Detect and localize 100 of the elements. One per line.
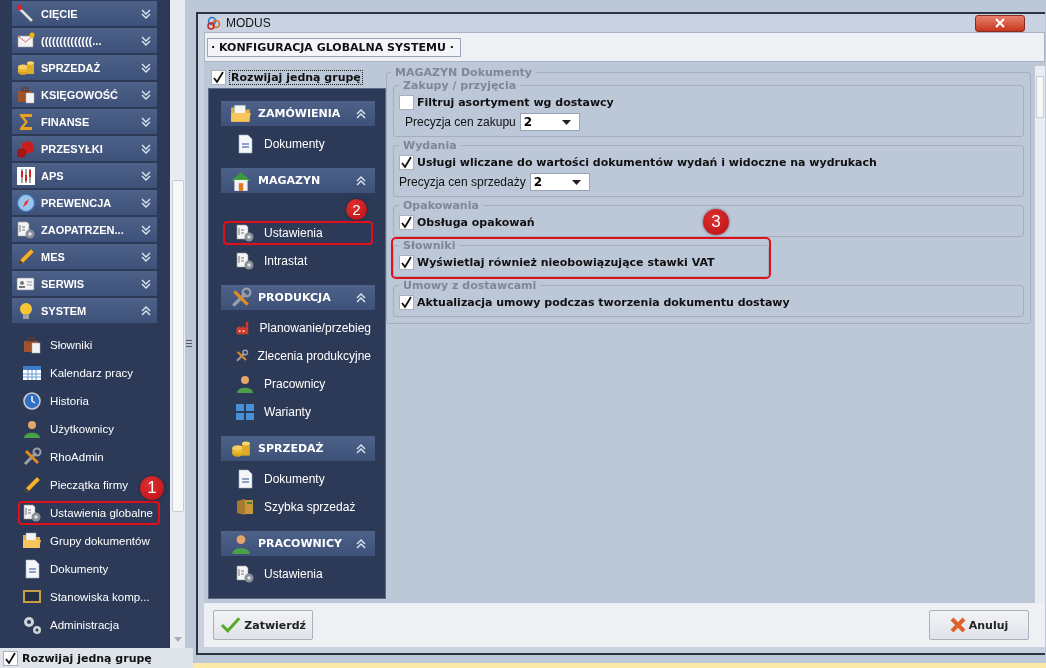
nav-item[interactable]: Pracownicy (223, 372, 373, 396)
nav-group-header[interactable]: SPRZEDAŻ (221, 436, 375, 461)
sidebar-group-header[interactable]: APS (12, 163, 157, 188)
dropdown[interactable]: 2 (519, 113, 580, 131)
sidebar-group-header[interactable]: ZAOPATRZEN... (12, 217, 157, 242)
tools-icon (230, 286, 252, 309)
scrollbar[interactable] (1035, 66, 1045, 603)
grid-icon (235, 402, 255, 422)
checkbox[interactable] (211, 69, 226, 85)
checkbox-label[interactable]: Wyświetlaj również nieobowiązujące stawki VAT (417, 255, 715, 269)
gear-document-icon (16, 219, 36, 240)
sidebar-group-header[interactable]: PREWENCJA (12, 190, 157, 215)
nav-item[interactable]: Planowanie/przebieg (223, 316, 373, 340)
sidebar-group-header[interactable]: SERWIS (12, 271, 157, 296)
nav-item[interactable]: Intrastat (223, 249, 373, 273)
collapse-icon[interactable] (355, 537, 367, 550)
checkbox-label[interactable]: Usługi wliczane do wartości dokumentów wydań i widoczne na wydrukach (417, 155, 877, 169)
pencil-icon (16, 246, 36, 267)
field-label: Precyzja cen sprzedaży (399, 175, 526, 189)
sidebar-item[interactable]: Pieczątka firmy (18, 473, 132, 497)
checkbox[interactable] (399, 294, 414, 310)
close-icon (995, 18, 1005, 28)
collapse-icon[interactable] (355, 107, 367, 120)
checkbox[interactable] (399, 214, 414, 230)
checkbox[interactable] (399, 254, 414, 270)
sidebar-item[interactable]: Historia (18, 389, 93, 413)
nav-group-header[interactable]: ZAMÓWIENIA (221, 101, 375, 126)
expand-icon[interactable] (140, 115, 152, 128)
tools-icon (22, 447, 42, 467)
checkbox[interactable] (399, 94, 414, 110)
sidebar-group-header[interactable]: SYSTEM (12, 298, 157, 323)
checkbox-label[interactable]: Rozwijaj jedną grupę (229, 69, 363, 85)
collapse-icon[interactable] (355, 291, 367, 304)
person-icon (22, 419, 42, 439)
expand-icon[interactable] (140, 88, 152, 101)
gear-document-icon (235, 251, 255, 271)
nav-group-header[interactable]: PRACOWNICY (221, 531, 375, 556)
sidebar-item[interactable]: Użytkownicy (18, 417, 118, 441)
step-number-badge: 3 (703, 209, 729, 235)
nav-item[interactable]: Szybka sprzedaż (223, 495, 373, 519)
sidebar-item[interactable]: Stanowiska komp... (18, 585, 154, 609)
compass-icon (16, 192, 36, 213)
expand-icon[interactable] (140, 61, 152, 74)
checkmark-icon (220, 616, 242, 634)
nav-item[interactable]: Ustawienia (223, 562, 373, 586)
cancel-button[interactable]: Anuluj (929, 610, 1029, 640)
expand-icon[interactable] (140, 142, 152, 155)
sidebar-group-header[interactable]: FINANSE (12, 109, 157, 134)
sidebar-group-header[interactable]: CIĘCIE (12, 1, 157, 26)
scrollbar[interactable] (170, 0, 185, 648)
nav-item[interactable]: Zlecenia produkcyjne (223, 344, 373, 368)
group-title: Wydania (402, 139, 458, 152)
sidebar-item[interactable]: Kalendarz pracy (18, 361, 138, 385)
sidebar-item[interactable]: Dokumenty (18, 557, 113, 581)
sidebar-group-header[interactable]: MES (12, 244, 157, 269)
nav-group-header[interactable]: PRODUKCJA (221, 285, 375, 310)
expand-icon[interactable] (140, 196, 152, 209)
collapse-icon[interactable] (355, 442, 367, 455)
sidebar-item[interactable]: RhoAdmin (18, 445, 108, 469)
step-number-badge: 2 (346, 199, 367, 220)
nav-group-header[interactable]: MAGAZYN (221, 168, 375, 193)
nav-item[interactable]: Dokumenty (223, 132, 373, 156)
section-title: · KONFIGURACJA GLOBALNA SYSTEMU · (207, 37, 461, 57)
nav-item[interactable]: Warianty (223, 400, 373, 424)
checkbox[interactable] (3, 650, 18, 666)
window-title: MODUS (226, 16, 272, 30)
expand-icon[interactable] (140, 169, 152, 182)
saw-icon (16, 3, 36, 24)
envelope-icon (16, 30, 36, 51)
group-title: Zakupy / przyjęcia (402, 79, 518, 92)
collapse-icon[interactable] (355, 174, 367, 187)
sidebar-group-header[interactable]: ((((((((((((((... (12, 28, 157, 53)
sidebar-group-header[interactable]: KSIĘGOWOŚĆ (12, 82, 157, 107)
collapse-icon[interactable] (140, 304, 152, 317)
sidebar-group-header[interactable]: PRZESYŁKI (12, 136, 157, 161)
briefcase-icon (16, 84, 36, 105)
splitter-grip-icon[interactable] (185, 337, 193, 349)
expand-icon[interactable] (140, 7, 152, 20)
calendar-icon (22, 363, 42, 383)
dropdown[interactable]: 2 (529, 173, 590, 191)
expand-icon[interactable] (140, 277, 152, 290)
close-button[interactable] (975, 14, 1025, 32)
confirm-button[interactable]: Zatwierdź (213, 610, 313, 640)
checkbox-label[interactable]: Obsługa opakowań (417, 215, 535, 229)
cube-icon (16, 138, 36, 159)
expand-icon[interactable] (140, 34, 152, 47)
sidebar-group-header[interactable]: SPRZEDAŻ (12, 55, 157, 80)
nav-item[interactable]: Dokumenty (223, 467, 373, 491)
app-logo-icon (206, 15, 222, 31)
sidebar-item[interactable]: Grupy dokumentów (18, 529, 154, 553)
checkbox[interactable] (399, 154, 414, 170)
expand-icon[interactable] (140, 223, 152, 236)
checkbox-label[interactable]: Aktualizacja umowy podczas tworzenia dokumentu dostawy (417, 295, 790, 309)
checkbox-label[interactable]: Filtruj asortyment wg dostawcy (417, 95, 614, 109)
sidebar-item[interactable]: Słowniki (18, 333, 97, 357)
pencil-icon (22, 475, 42, 495)
nav-item[interactable]: Ustawienia (223, 221, 373, 245)
expand-icon[interactable] (140, 250, 152, 263)
sidebar-item[interactable]: Administracja (18, 613, 124, 637)
sidebar-item[interactable]: Ustawienia globalne (18, 501, 160, 525)
